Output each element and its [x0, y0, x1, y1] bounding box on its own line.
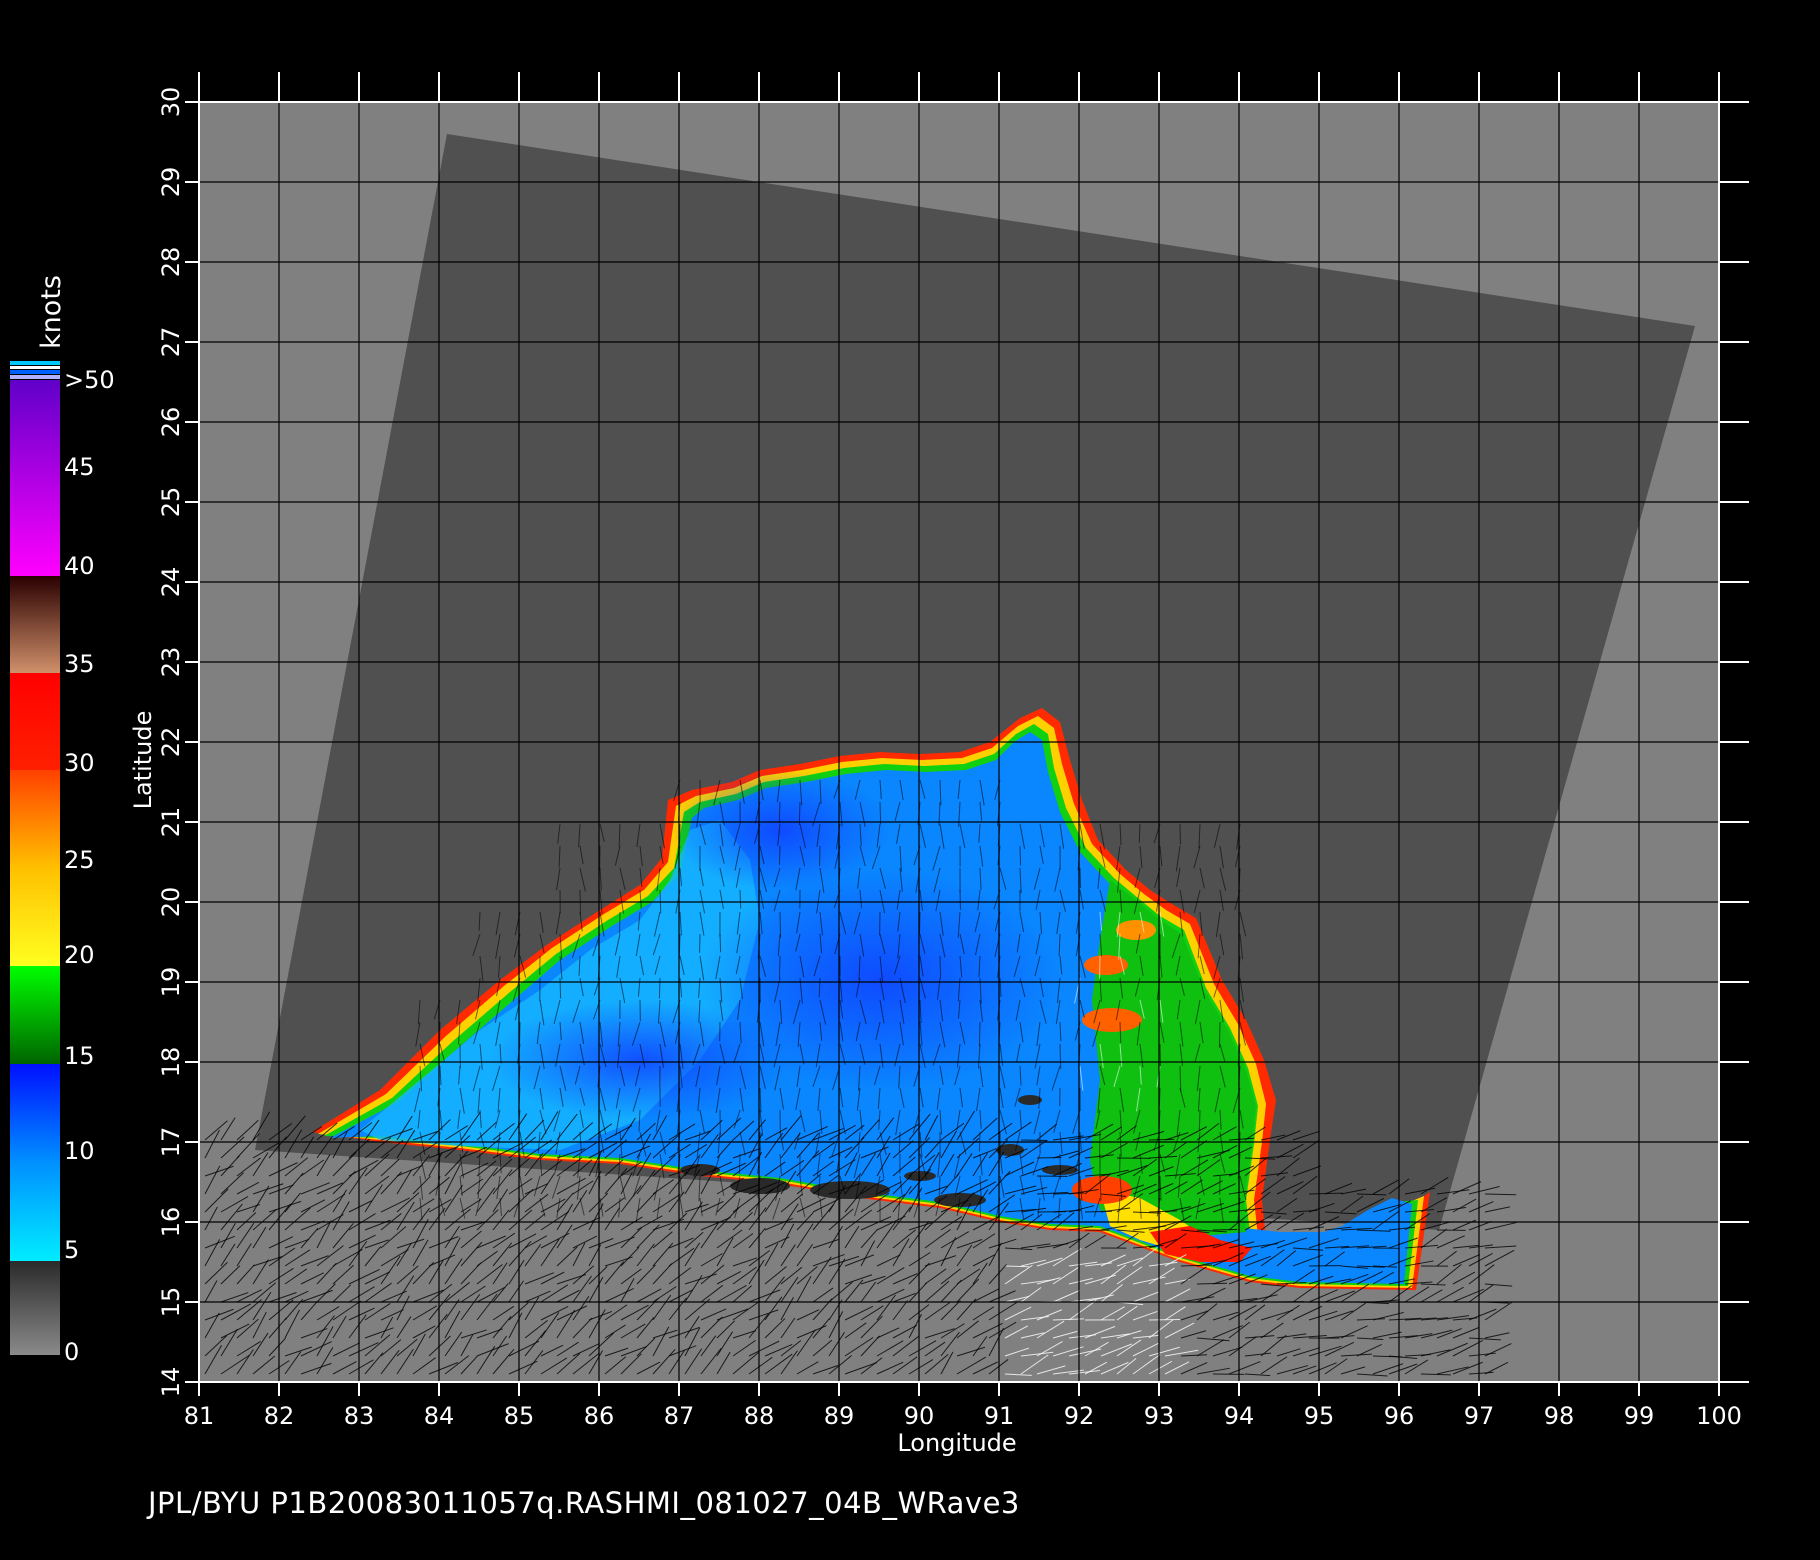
wind-barb — [1198, 1109, 1201, 1131]
wind-barb — [979, 1197, 982, 1218]
colorbar-tick-label: >50 — [64, 366, 115, 394]
wind-barb — [1148, 1318, 1181, 1321]
y-tick-label: 14 — [157, 1367, 185, 1398]
colorbar-unit-label: knots — [36, 275, 67, 349]
x-tick-label: 86 — [584, 1402, 615, 1430]
colorbar-tick-label: 15 — [64, 1042, 95, 1070]
colorbar-band-green — [10, 966, 60, 1064]
x-tick-label: 96 — [1384, 1402, 1415, 1430]
ocean-east-red-patch-4 — [1116, 920, 1156, 940]
x-tick-label: 98 — [1544, 1402, 1575, 1430]
colorbar-tick-label: 35 — [64, 650, 95, 678]
colorbar-cap-stripe-1 — [10, 361, 60, 365]
wind-barb — [719, 933, 722, 953]
x-tick-label: 93 — [1144, 1402, 1175, 1430]
x-tick-label: 99 — [1624, 1402, 1655, 1430]
wind-barb — [1019, 845, 1022, 866]
y-axis-label: Latitude — [129, 711, 157, 810]
x-tick-label: 94 — [1224, 1402, 1255, 1430]
y-tick-label: 19 — [157, 967, 185, 998]
y-tick-label: 22 — [157, 727, 185, 758]
x-tick-label: 90 — [904, 1402, 935, 1430]
colorbar-band-magenta — [10, 380, 60, 576]
y-tick-label: 23 — [157, 647, 185, 678]
x-tick-label: 92 — [1064, 1402, 1095, 1430]
wind-barb — [1148, 1138, 1175, 1141]
y-tick-label: 21 — [157, 807, 185, 838]
y-tick-label: 18 — [157, 1047, 185, 1078]
y-tick-label: 29 — [157, 167, 185, 198]
wind-barb — [559, 977, 562, 999]
x-tick-label: 88 — [744, 1402, 775, 1430]
y-tick-label: 28 — [157, 247, 185, 278]
colorbar-cap-stripe-3 — [10, 370, 60, 374]
y-tick-label: 30 — [157, 87, 185, 118]
colorbar-tick-label: 30 — [64, 749, 95, 777]
colorbar-band-brown — [10, 576, 60, 673]
colorbar-band-gray — [10, 1261, 60, 1355]
x-tick-label: 97 — [1464, 1402, 1495, 1430]
colorbar-labels: >50 45 40 35 30 25 20 15 10 5 0 — [64, 366, 115, 1366]
ocean-east-red-patch-2 — [1084, 955, 1128, 975]
wind-barb — [939, 955, 942, 979]
x-tick-label: 85 — [504, 1402, 535, 1430]
wind-barb — [1098, 955, 1101, 980]
x-tick-labels: 81 82 83 84 85 86 87 88 89 90 91 92 93 94 95 96 97 98 99 10… — [184, 1402, 1742, 1430]
data-source-caption: JPL/BYU P1B20083011057q.RASHMI_081027_04… — [148, 1486, 1020, 1520]
colorbar-tick-label: 0 — [64, 1338, 79, 1366]
colorbar-band-yellow — [10, 770, 60, 966]
x-tick-label: 91 — [984, 1402, 1015, 1430]
wind-barb — [1079, 867, 1082, 889]
y-tick-label: 24 — [157, 567, 185, 598]
colorbar-cap-stripe-4 — [10, 375, 60, 379]
wind-barb — [1218, 1021, 1221, 1048]
colorbar-band-blue — [10, 1064, 60, 1261]
wind-barb — [1004, 1265, 1030, 1268]
x-tick-label: 84 — [424, 1402, 455, 1430]
y-tick-label: 20 — [157, 887, 185, 918]
ocean-east-red-patch-1 — [1082, 1008, 1142, 1032]
y-tick-label: 17 — [157, 1127, 185, 1158]
colorbar-tick-label: 25 — [64, 846, 95, 874]
wind-barb — [978, 1021, 981, 1047]
colorbar-band-red — [10, 673, 60, 770]
wind-barb — [778, 955, 781, 980]
y-tick-label: 26 — [157, 407, 185, 438]
calm-zone-2 — [670, 770, 890, 890]
colorbar: knots >50 45 40 35 30 25 20 15 10 5 0 — [10, 275, 115, 1366]
y-tick-label: 16 — [157, 1207, 185, 1238]
x-tick-label: 89 — [824, 1402, 855, 1430]
x-tick-label: 87 — [664, 1402, 695, 1430]
colorbar-tick-label: 5 — [64, 1236, 79, 1264]
x-axis-label: Longitude — [897, 1429, 1016, 1457]
colorbar-tick-label: 40 — [64, 552, 95, 580]
colorbar-tick-label: 10 — [64, 1137, 95, 1165]
y-tick-label: 27 — [157, 327, 185, 358]
y-tick-label: 25 — [157, 487, 185, 518]
y-tick-label: 15 — [157, 1287, 185, 1318]
x-tick-label: 82 — [264, 1402, 295, 1430]
x-tick-label: 81 — [184, 1402, 215, 1430]
x-tick-label: 95 — [1304, 1402, 1335, 1430]
colorbar-tick-label: 45 — [64, 453, 95, 481]
wind-barb — [779, 911, 782, 938]
wind-barb — [658, 977, 661, 999]
wind-barb — [778, 845, 781, 865]
x-tick-label: 83 — [344, 1402, 375, 1430]
colorbar-tick-label: 20 — [64, 941, 95, 969]
wind-barb — [738, 1153, 741, 1174]
wind-map-figure: 81 82 83 84 85 86 87 88 89 90 91 92 93 94 95 96 97 98 99 10… — [10, 72, 1749, 1457]
y-tick-labels: 14 15 16 17 18 19 20 21 22 23 24 25 26 27 28 29 30 — [157, 87, 185, 1398]
wind-barb — [879, 801, 882, 825]
colorbar-cap-stripe-2 — [10, 366, 60, 369]
x-tick-label: 100 — [1696, 1402, 1742, 1430]
